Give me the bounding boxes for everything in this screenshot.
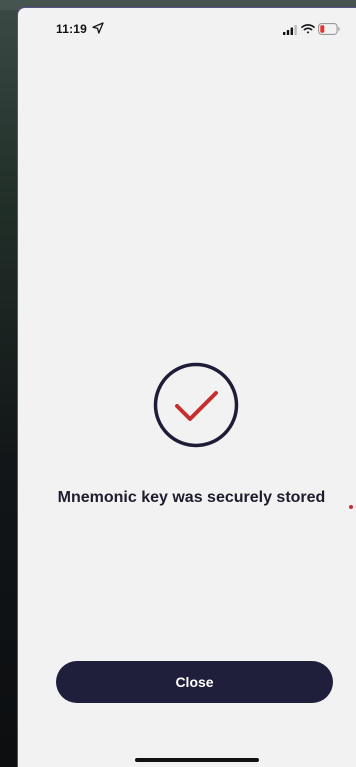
success-message-text: Mnemonic key was securely stored (57, 489, 326, 506)
cellular-signal-icon (283, 25, 297, 35)
close-button[interactable]: Close (56, 661, 333, 703)
location-arrow-icon (92, 22, 104, 34)
battery-low-icon (318, 23, 340, 35)
success-message: Mnemonic key was securely stored (18, 489, 356, 507)
status-time: 11:19 (56, 22, 88, 36)
home-indicator[interactable] (135, 758, 259, 762)
status-bar: 11:19 (18, 8, 356, 48)
wifi-icon (301, 24, 315, 34)
phone-screen: 11:19 Mnemonic key was securely stored C… (17, 7, 356, 767)
check-circle-icon (153, 362, 239, 448)
status-dot (349, 505, 353, 509)
